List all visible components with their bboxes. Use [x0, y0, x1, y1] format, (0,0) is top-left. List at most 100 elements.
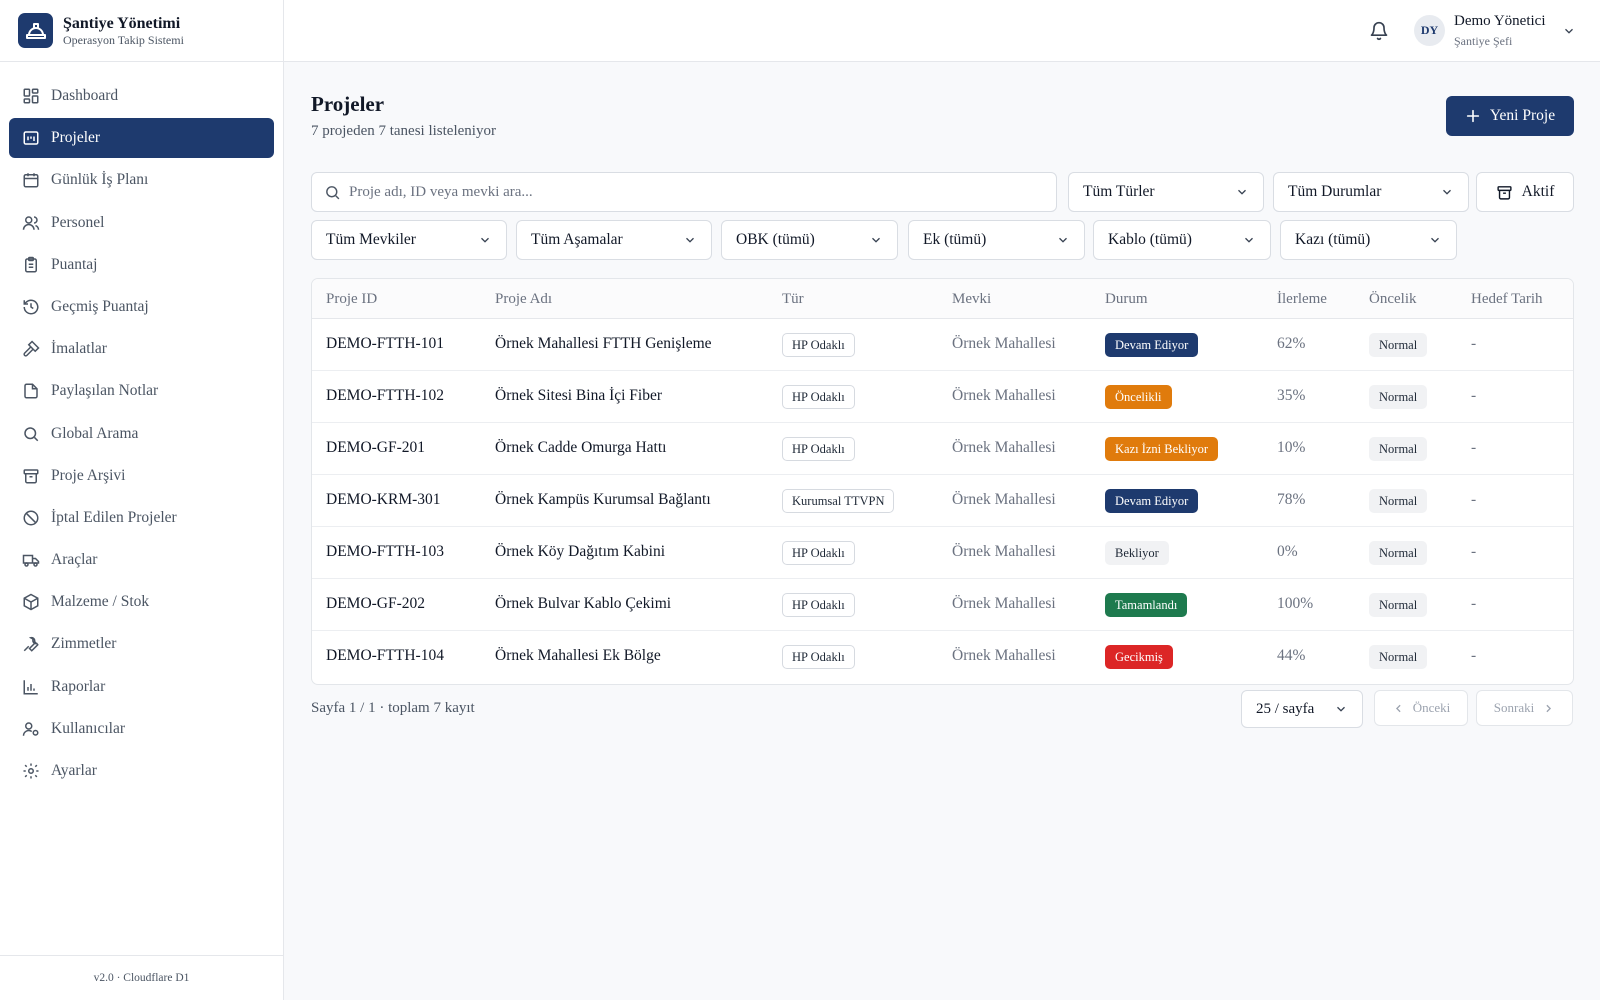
column-header[interactable]: Proje Adı: [495, 291, 552, 308]
sidebar-item-label: Personel: [51, 213, 105, 231]
chevron-down-icon: [1245, 237, 1253, 243]
project-name[interactable]: Örnek Mahallesi FTTH Genişleme: [495, 335, 712, 353]
sidebar-item-gunluk-is-plani[interactable]: Günlük İş Planı: [9, 160, 274, 200]
archive-icon: [23, 468, 39, 484]
brand-subtitle: Operasyon Takip Sistemi: [63, 32, 184, 47]
page-title: Projeler: [311, 92, 385, 116]
sidebar-item-iptal-edilen-projeler[interactable]: İptal Edilen Projeler: [9, 498, 274, 538]
kazi-select[interactable]: Kazı (tümü): [1280, 220, 1457, 260]
status-badge: Öncelikli: [1105, 385, 1172, 409]
project-id[interactable]: DEMO-FTTH-101: [326, 335, 444, 353]
search-box: [311, 172, 1057, 212]
ban-icon: [23, 510, 39, 526]
sidebar-item-global-arama[interactable]: Global Arama: [9, 414, 274, 454]
priority-badge: Normal: [1369, 385, 1428, 409]
project-name[interactable]: Örnek Mahallesi Ek Bölge: [495, 647, 661, 665]
column-header[interactable]: Mevki: [952, 291, 991, 308]
chevron-down-icon: [481, 237, 489, 243]
main-content: Projeler 7 projeden 7 tanesi listeleniyo…: [284, 62, 1600, 1000]
user-name[interactable]: Demo Yönetici: [1454, 13, 1546, 30]
prev-page-button[interactable]: Önceki: [1374, 690, 1468, 726]
location-select-value: Tüm Mevkiler: [326, 231, 416, 248]
sidebar-item-label: Ayarlar: [51, 762, 97, 779]
page-size-value: 25 / sayfa: [1256, 700, 1315, 717]
column-header[interactable]: İlerleme: [1277, 291, 1327, 308]
sidebar-item-paylasilan-notlar[interactable]: Paylaşılan Notlar: [9, 371, 274, 411]
table-row[interactable]: DEMO-GF-202 Örnek Bulvar Kablo Çekimi HP…: [312, 579, 1573, 631]
table-row[interactable]: DEMO-FTTH-103 Örnek Köy Dağıtım Kabini H…: [312, 527, 1573, 579]
table-row[interactable]: DEMO-KRM-301 Örnek Kampüs Kurumsal Bağla…: [312, 475, 1573, 527]
column-header[interactable]: Durum: [1105, 291, 1148, 308]
obk-select[interactable]: OBK (tümü): [721, 220, 898, 260]
phase-select[interactable]: Tüm Aşamalar: [516, 220, 712, 260]
type-select-value: Tüm Türler: [1083, 183, 1155, 200]
sidebar-item-puantaj[interactable]: Puantaj: [9, 245, 274, 285]
kablo-select[interactable]: Kablo (tümü): [1093, 220, 1271, 260]
project-id[interactable]: DEMO-FTTH-102: [326, 387, 444, 405]
sidebar-item-label: Raporlar: [51, 677, 106, 695]
project-location: Örnek Mahallesi: [952, 387, 1056, 404]
user-cog-icon: [22, 722, 39, 736]
user-role: Şantiye Şefi: [1454, 34, 1513, 48]
sidebar-item-projeler[interactable]: Projeler: [9, 118, 274, 159]
brand-title: Şantiye Yönetimi: [63, 14, 181, 32]
project-id[interactable]: DEMO-FTTH-104: [326, 647, 444, 665]
project-id[interactable]: DEMO-FTTH-103: [326, 543, 444, 561]
table-row[interactable]: DEMO-FTTH-102 Örnek Sitesi Bina İçi Fibe…: [312, 371, 1573, 423]
sidebar-item-label: Dashboard: [51, 87, 119, 104]
sidebar-item-proje-arsivi[interactable]: Proje Arşivi: [9, 456, 274, 496]
table-row[interactable]: DEMO-GF-201 Örnek Cadde Omurga Hattı HP …: [312, 423, 1573, 475]
status-select[interactable]: Tüm Durumlar: [1273, 172, 1469, 212]
bell-icon[interactable]: [1369, 21, 1389, 41]
sidebar-item-label: İptal Edilen Projeler: [51, 508, 177, 526]
ek-select-value: Ek (tümü): [923, 231, 987, 248]
new-project-button[interactable]: Yeni Proje: [1446, 96, 1574, 136]
avatar[interactable]: DY: [1414, 15, 1445, 46]
column-header[interactable]: Proje ID: [326, 291, 377, 308]
next-page-button[interactable]: Sonraki: [1476, 690, 1573, 726]
search-input[interactable]: [349, 183, 1029, 201]
table-row[interactable]: DEMO-FTTH-104 Örnek Mahallesi Ek Bölge H…: [312, 631, 1573, 683]
type-select[interactable]: Tüm Türler: [1068, 172, 1264, 212]
sidebar-item-malzeme-stok[interactable]: Malzeme / Stok: [9, 582, 274, 622]
project-id[interactable]: DEMO-GF-202: [326, 595, 425, 613]
sidebar-item-imalatlar[interactable]: İmalatlar: [9, 329, 274, 369]
column-header[interactable]: Tür: [782, 291, 804, 308]
ek-select[interactable]: Ek (tümü): [908, 220, 1085, 260]
project-name[interactable]: Örnek Bulvar Kablo Çekimi: [495, 595, 671, 613]
chevron-down-icon[interactable]: [1562, 24, 1576, 38]
project-name[interactable]: Örnek Köy Dağıtım Kabini: [495, 543, 665, 561]
chevron-down-icon: [1443, 189, 1451, 195]
sidebar-item-zimmetler[interactable]: Zimmetler: [9, 624, 274, 664]
sidebar-item-gecmis-puantaj[interactable]: Geçmiş Puantaj: [9, 287, 274, 327]
table-row[interactable]: DEMO-FTTH-101 Örnek Mahallesi FTTH Geniş…: [312, 319, 1573, 371]
type-tag: Kurumsal TTVPN: [782, 489, 895, 513]
sidebar-item-personel[interactable]: Personel: [9, 203, 274, 243]
sidebar-item-araclar[interactable]: Araçlar: [9, 540, 274, 580]
project-name[interactable]: Örnek Kampüs Kurumsal Bağlantı: [495, 491, 711, 509]
priority-badge: Normal: [1369, 593, 1428, 617]
users-icon: [22, 215, 40, 230]
project-name[interactable]: Örnek Cadde Omurga Hattı: [495, 439, 666, 457]
sidebar-item-ayarlar[interactable]: Ayarlar: [9, 751, 274, 791]
kablo-select-value: Kablo (tümü): [1108, 231, 1192, 248]
column-header[interactable]: Hedef Tarih: [1471, 291, 1543, 308]
wrench-icon: [23, 637, 39, 653]
sidebar-item-label: Global Arama: [51, 424, 139, 442]
location-select[interactable]: Tüm Mevkiler: [311, 220, 507, 260]
project-name[interactable]: Örnek Sitesi Bina İçi Fiber: [495, 387, 662, 405]
column-header[interactable]: Öncelik: [1369, 291, 1416, 308]
type-tag: HP Odaklı: [782, 385, 855, 409]
bar-chart-icon: [23, 679, 38, 695]
sidebar-item-kullanicilar[interactable]: Kullanıcılar: [9, 709, 274, 749]
priority-badge: Normal: [1369, 333, 1428, 357]
project-id[interactable]: DEMO-GF-201: [326, 439, 425, 457]
topbar: DY Demo Yönetici Şantiye Şefi: [284, 0, 1600, 62]
page-size-select[interactable]: 25 / sayfa: [1241, 690, 1363, 728]
chevron-down-icon: [1337, 706, 1345, 712]
status-badge: Kazı İzni Bekliyor: [1105, 437, 1219, 461]
sidebar-item-dashboard[interactable]: Dashboard: [9, 76, 274, 116]
archive-toggle-button[interactable]: Aktif: [1476, 172, 1574, 212]
sidebar-item-raporlar[interactable]: Raporlar: [9, 667, 274, 707]
project-id[interactable]: DEMO-KRM-301: [326, 491, 441, 509]
